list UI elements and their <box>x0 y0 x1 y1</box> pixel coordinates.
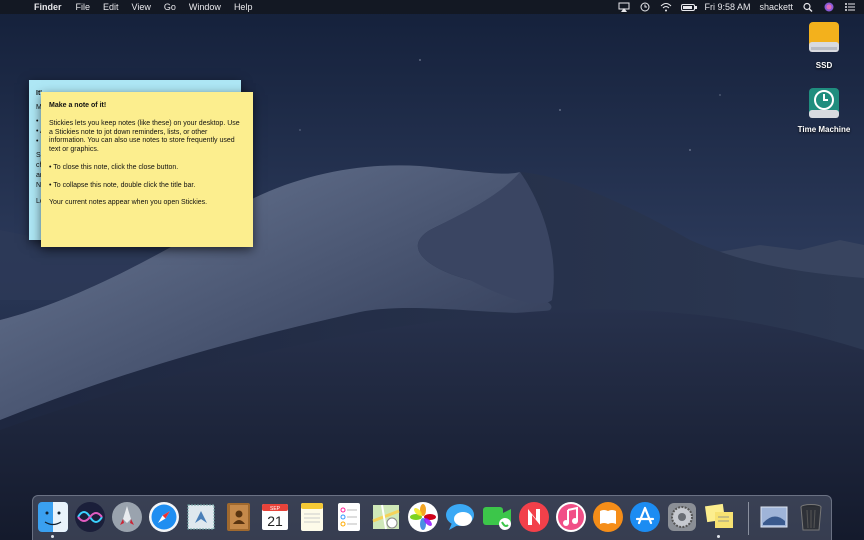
finder-icon <box>38 502 68 532</box>
dock-item-facetime[interactable] <box>481 501 513 533</box>
sticky-paragraph: Stickies lets you keep notes (like these… <box>49 119 240 153</box>
dock-item-app-store[interactable] <box>629 501 661 533</box>
sticky-paragraph: • To close this note, click the close bu… <box>49 163 179 171</box>
desktop-icon-label: Time Machine <box>797 125 851 134</box>
system-preferences-icon <box>668 503 696 531</box>
siri-icon <box>75 502 105 532</box>
menu-window[interactable]: Window <box>189 0 221 14</box>
books-icon <box>593 502 623 532</box>
sticky-paragraph: • To collapse this note, double click th… <box>49 181 196 189</box>
airplay-icon[interactable] <box>618 2 630 12</box>
dock-item-system-preferences[interactable] <box>666 501 698 533</box>
photos-icon <box>408 502 438 532</box>
dock-item-safari[interactable] <box>148 501 180 533</box>
siri-icon[interactable] <box>823 2 835 12</box>
itunes-icon <box>556 502 586 532</box>
sticky-paragraph: Your current notes appear when you open … <box>49 199 208 207</box>
calendar-month: SEP <box>270 506 281 512</box>
app-menu-finder[interactable]: Finder <box>34 0 62 14</box>
menu-help[interactable]: Help <box>234 0 253 14</box>
sticky-title: Make a note of it! <box>49 102 107 109</box>
dock-item-downloads[interactable] <box>758 501 790 533</box>
calendar-icon: SEP 21 <box>262 504 288 530</box>
reminders-icon <box>338 503 360 531</box>
menu-bar: Finder File Edit View Go Window Help Fri… <box>0 0 864 14</box>
contacts-icon <box>227 503 250 531</box>
calendar-day: 21 <box>267 513 283 529</box>
app-store-icon <box>630 502 660 532</box>
dock-item-finder[interactable] <box>37 501 69 538</box>
messages-icon <box>446 504 474 530</box>
trash-icon <box>800 504 822 531</box>
dock-item-trash[interactable] <box>795 501 827 533</box>
dock-item-notes[interactable] <box>296 501 328 533</box>
dock-item-news[interactable] <box>518 501 550 533</box>
user-name[interactable]: shackett <box>759 0 793 14</box>
news-icon <box>519 502 549 532</box>
dock-item-launchpad[interactable] <box>111 501 143 533</box>
desktop-icon-ssd[interactable]: SSD <box>794 20 854 70</box>
external-drive-icon <box>809 22 839 52</box>
sticky-note-front[interactable]: Make a note of it! Stickies lets you kee… <box>41 92 253 247</box>
dock-item-siri[interactable] <box>74 501 106 533</box>
search-icon[interactable] <box>802 2 814 12</box>
menu-file[interactable]: File <box>76 0 91 14</box>
dock: SEP 21 <box>32 495 832 540</box>
dock-item-mail[interactable] <box>185 501 217 533</box>
menu-view[interactable]: View <box>132 0 151 14</box>
dock-separator <box>748 502 749 535</box>
facetime-icon <box>483 507 511 530</box>
dock-item-itunes[interactable] <box>555 501 587 533</box>
menu-go[interactable]: Go <box>164 0 176 14</box>
mail-icon <box>187 504 215 530</box>
menu-bar-extras: Fri 9:58 AM shackett <box>609 0 856 14</box>
downloads-stack-icon <box>760 506 788 528</box>
desktop-icon-label: SSD <box>815 61 833 70</box>
running-indicator <box>51 535 54 538</box>
battery-icon[interactable] <box>681 3 698 11</box>
time-machine-drive-icon <box>809 88 839 118</box>
stickies-icon <box>704 503 733 528</box>
launchpad-icon <box>112 502 142 532</box>
dock-item-contacts[interactable] <box>222 501 254 533</box>
dock-item-stickies[interactable] <box>703 501 735 538</box>
wifi-icon[interactable] <box>660 2 672 12</box>
dock-item-photos[interactable] <box>407 501 439 533</box>
desktop-icon-time-machine[interactable]: Time Machine <box>794 86 854 134</box>
clock[interactable]: Fri 9:58 AM <box>704 0 750 14</box>
notification-center-icon[interactable] <box>844 2 856 12</box>
dock-item-books[interactable] <box>592 501 624 533</box>
menu-edit[interactable]: Edit <box>103 0 119 14</box>
dock-item-maps[interactable] <box>370 501 402 533</box>
notes-icon <box>301 503 323 531</box>
maps-icon <box>372 504 400 530</box>
running-indicator <box>717 535 720 538</box>
dock-item-calendar[interactable]: SEP 21 <box>259 501 291 533</box>
safari-icon <box>149 502 179 532</box>
dock-item-messages[interactable] <box>444 501 476 533</box>
dock-item-reminders[interactable] <box>333 501 365 533</box>
time-machine-icon[interactable] <box>639 2 651 12</box>
